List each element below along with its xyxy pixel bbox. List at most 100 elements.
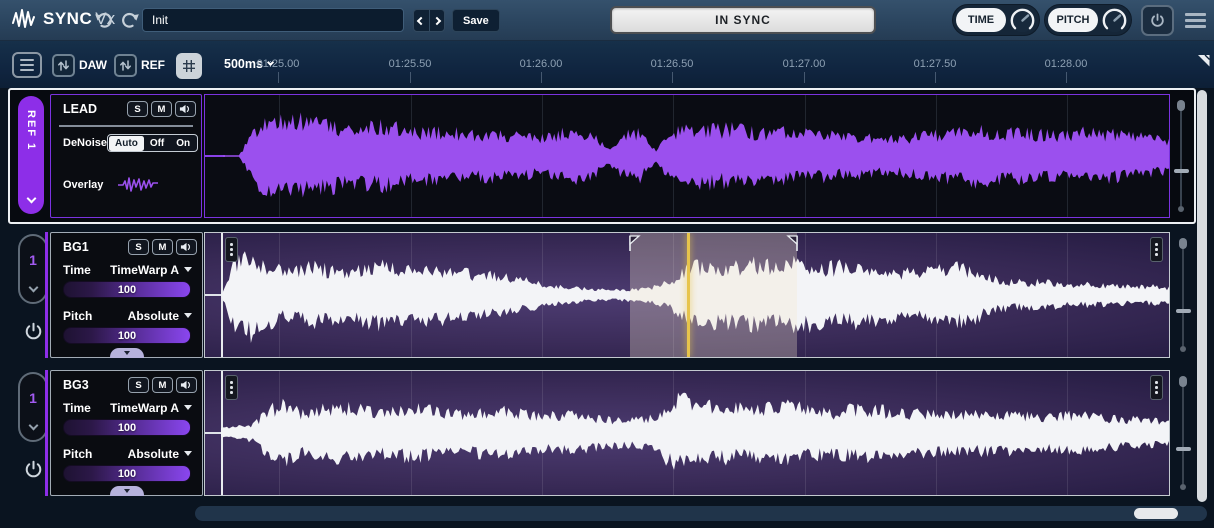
track-buttons: S M [128,377,197,393]
solo-button[interactable]: S [128,377,149,393]
track-group-number: 1 [29,390,37,406]
speaker-icon [179,104,192,114]
overlay-row: Overlay [63,175,193,195]
pitch-label: Pitch [63,447,92,461]
power-icon [1150,13,1165,28]
chevron-down-icon [28,421,38,431]
time-amount-value: 100 [118,284,136,296]
track-list-button[interactable] [12,52,42,78]
previous-preset-button[interactable] [414,10,429,31]
time-mode-value: TimeWarp A [110,263,193,277]
track-group-pill[interactable]: 1 [18,234,48,304]
speaker-icon [180,242,193,252]
track-buttons: S M [127,101,196,117]
mute-button[interactable]: M [152,377,173,393]
playhead-cursor[interactable] [687,233,690,357]
pitch-mode-dropdown[interactable]: Pitch Absolute [63,309,193,323]
daw-label: DAW [79,58,107,72]
denoise-segmented-control[interactable]: Auto Off On [107,134,198,152]
time-enable-button[interactable]: TIME [956,8,1006,32]
denoise-option-off[interactable]: Off [144,137,170,150]
sync-status-text: IN SYNC [715,13,771,27]
solo-button[interactable]: S [127,101,148,117]
waveform-logo-icon [12,9,36,29]
save-button[interactable]: Save [452,9,500,32]
vertical-zoom-slider[interactable] [1173,100,1189,212]
denoise-option-auto[interactable]: Auto [109,136,144,151]
mute-button[interactable]: M [151,101,172,117]
track-name: LEAD [63,102,97,116]
chevron-down-icon [184,313,192,318]
ref-track-tab[interactable]: REF 1 [18,96,44,214]
redo-button[interactable] [119,9,141,31]
listen-button[interactable] [175,101,196,117]
bg3-waveform-display[interactable] [204,370,1170,496]
ruler-tick [410,72,411,83]
ref-waveform-display[interactable] [204,94,1170,218]
vertical-scrollbar[interactable] [1197,90,1207,502]
daw-sync-button[interactable] [52,54,75,77]
preset-name-input[interactable] [142,8,404,32]
chevron-down-icon [184,267,192,272]
time-control-group[interactable]: TIME [952,4,1040,36]
bypass-power-button[interactable] [1141,5,1174,36]
pitch-amount-slider[interactable]: 100 [63,327,191,344]
sync-status-display: IN SYNC [610,6,876,34]
power-icon [24,460,43,479]
ruler-label: 01:27.00 [783,58,826,70]
time-mode-value: TimeWarp A [110,401,193,415]
timeline-end-marker-icon [1196,54,1211,74]
horizontal-scrollbar-thumb[interactable] [1134,508,1178,519]
pitch-control-group[interactable]: PITCH [1044,4,1132,36]
time-label: Time [63,401,91,415]
grid-snap-button[interactable] [176,53,202,79]
ruler-tick [672,72,673,83]
clip-drag-handle[interactable] [225,375,238,400]
undo-button[interactable] [92,9,114,31]
chevron-down-icon [28,283,38,293]
transfer-arrows-icon [57,59,70,72]
vertical-zoom-slider[interactable] [1175,238,1191,352]
clip-drag-handle[interactable] [1150,375,1163,400]
region-start-flag-icon[interactable] [629,235,642,257]
hamburger-menu-button[interactable] [1185,13,1206,31]
expand-header-button[interactable] [110,486,144,496]
sync-edit-region[interactable] [630,233,797,357]
time-amount-slider[interactable]: 100 [63,419,191,436]
time-mode-dropdown[interactable]: Time TimeWarp A [63,263,193,277]
time-mode-dropdown[interactable]: Time TimeWarp A [63,401,193,415]
clip-drag-handle[interactable] [225,237,238,262]
listen-button[interactable] [176,377,197,393]
chevron-down-icon [184,451,192,456]
vertical-zoom-slider[interactable] [1175,376,1191,490]
pitch-amount-slider[interactable]: 100 [63,465,191,482]
overlay-waveform-icon[interactable] [117,175,159,195]
track-power-button[interactable] [24,460,44,480]
ref-label: REF [141,58,165,72]
ruler-tick [278,72,279,83]
track-group-pill[interactable]: 1 [18,372,48,442]
pitch-knob[interactable] [1101,7,1128,34]
listen-button[interactable] [176,239,197,255]
next-preset-button[interactable] [429,10,445,31]
redo-icon [121,12,140,29]
ruler-tick [1066,72,1067,83]
solo-button[interactable]: S [128,239,149,255]
expand-header-button[interactable] [110,348,144,358]
clip-drag-handle[interactable] [1150,237,1163,262]
mute-button[interactable]: M [152,239,173,255]
horizontal-scrollbar[interactable] [195,506,1207,521]
region-end-flag-icon[interactable] [785,235,798,257]
ref-waveform [205,95,1169,217]
bg1-waveform-display[interactable] [204,232,1170,358]
pitch-enable-button[interactable]: PITCH [1048,8,1098,32]
overlay-label: Overlay [63,179,103,191]
denoise-option-on[interactable]: On [170,137,196,150]
ruler-label: 01:25.50 [389,58,432,70]
pitch-mode-dropdown[interactable]: Pitch Absolute [63,447,193,461]
time-amount-slider[interactable]: 100 [63,281,191,298]
ref-sync-button[interactable] [114,54,137,77]
track-power-button[interactable] [24,322,44,342]
bg1-track-header: BG1 S M Time TimeWarp A 100 [50,232,203,358]
time-knob[interactable] [1009,7,1036,34]
